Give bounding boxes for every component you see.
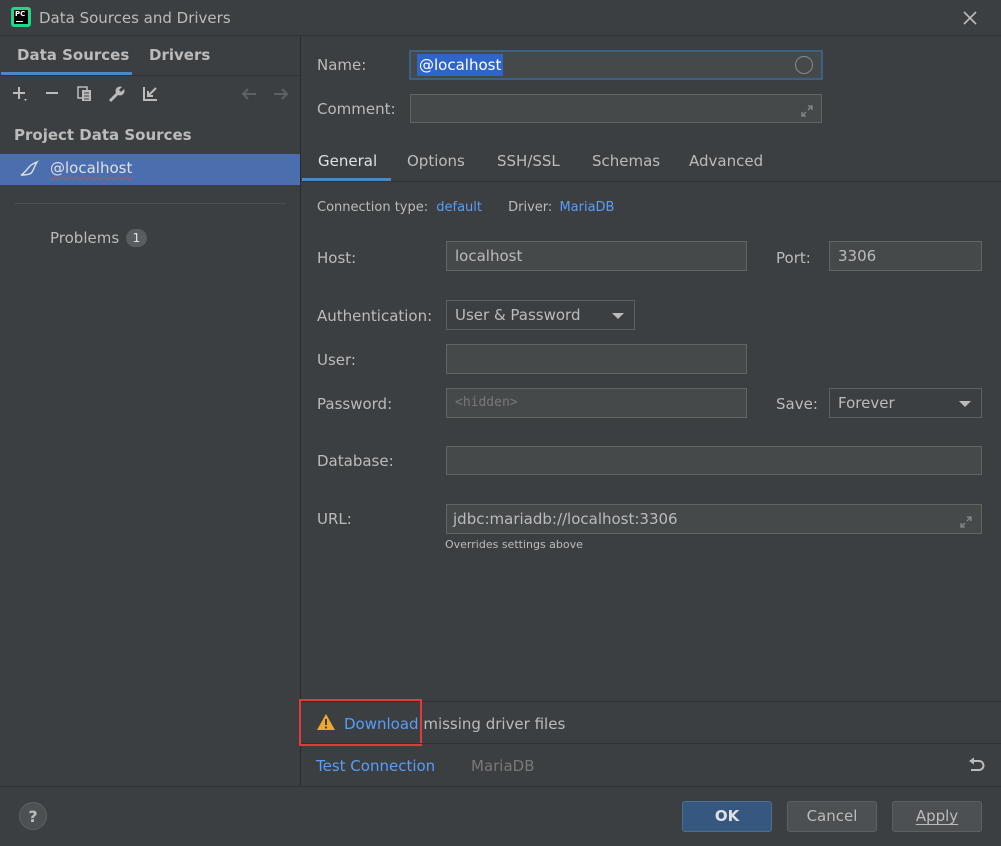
- problems-count-badge: 1: [126, 229, 147, 247]
- database-input[interactable]: [446, 446, 982, 475]
- tab-advanced[interactable]: Advanced: [689, 152, 763, 170]
- password-label: Password:: [317, 395, 393, 413]
- close-icon[interactable]: [958, 6, 982, 30]
- help-button[interactable]: ?: [19, 802, 47, 830]
- divider: [302, 181, 1001, 182]
- name-input[interactable]: @localhost: [409, 50, 823, 80]
- missing-driver-text: missing driver files: [418, 715, 566, 733]
- remove-icon[interactable]: [43, 84, 63, 104]
- connection-type-link[interactable]: default: [436, 200, 482, 215]
- driver-label: Driver:: [508, 200, 553, 215]
- mariadb-icon: [19, 160, 40, 178]
- comment-label: Comment:: [317, 100, 396, 118]
- chevron-down-icon: [959, 401, 971, 407]
- revert-icon[interactable]: [966, 755, 986, 775]
- connection-type-label: Connection type:: [317, 200, 429, 215]
- tab-data-sources[interactable]: Data Sources: [17, 46, 129, 64]
- pycharm-icon: PC: [11, 7, 31, 27]
- duplicate-icon[interactable]: [75, 84, 95, 104]
- database-label: Database:: [317, 452, 394, 470]
- data-source-item[interactable]: @localhost: [0, 154, 300, 185]
- tab-general[interactable]: General: [318, 152, 377, 170]
- name-value: @localhost: [417, 54, 504, 76]
- expand-icon[interactable]: [799, 100, 815, 117]
- tab-schemas[interactable]: Schemas: [592, 152, 660, 170]
- forward-arrow-icon[interactable]: [271, 84, 291, 104]
- url-note: Overrides settings above: [445, 538, 583, 551]
- highlight-box: [299, 699, 422, 746]
- left-panel: Data Sources Drivers Project Data Source…: [0, 36, 301, 786]
- name-label: Name:: [317, 56, 367, 74]
- comment-input[interactable]: [410, 94, 822, 123]
- tab-ssh-ssl[interactable]: SSH/SSL: [497, 152, 560, 170]
- driver-name-label: MariaDB: [471, 757, 535, 775]
- port-input[interactable]: 3306: [829, 241, 982, 271]
- connection-info: Connection type: default Driver: MariaDB: [317, 200, 614, 215]
- tab-options[interactable]: Options: [407, 152, 465, 170]
- host-input[interactable]: localhost: [446, 241, 747, 271]
- section-title: Project Data Sources: [14, 126, 192, 144]
- ok-button[interactable]: OK: [682, 801, 772, 832]
- password-input[interactable]: <hidden>: [446, 388, 747, 418]
- url-input[interactable]: jdbc:mariadb://localhost:3306: [446, 504, 982, 534]
- save-label: Save:: [776, 395, 818, 413]
- wrench-icon[interactable]: [107, 84, 127, 104]
- url-label: URL:: [317, 510, 352, 528]
- data-source-label: @localhost: [50, 159, 133, 177]
- problems-label[interactable]: Problems: [50, 229, 119, 247]
- test-connection-link[interactable]: Test Connection: [316, 757, 435, 775]
- port-label: Port:: [776, 249, 811, 267]
- apply-button[interactable]: Apply: [892, 801, 982, 832]
- tab-drivers[interactable]: Drivers: [149, 46, 210, 64]
- add-icon[interactable]: [11, 84, 31, 104]
- driver-link[interactable]: MariaDB: [559, 200, 614, 215]
- authentication-label: Authentication:: [317, 307, 433, 325]
- expand-icon[interactable]: [958, 511, 974, 528]
- chevron-down-icon: [612, 313, 624, 319]
- user-input[interactable]: [446, 344, 747, 374]
- import-icon[interactable]: [140, 84, 160, 104]
- window-title: Data Sources and Drivers: [39, 9, 231, 27]
- cancel-button[interactable]: Cancel: [787, 801, 877, 832]
- divider: [0, 75, 300, 76]
- user-label: User:: [317, 351, 356, 369]
- save-dropdown[interactable]: Forever: [829, 388, 982, 418]
- back-arrow-icon[interactable]: [239, 84, 259, 104]
- authentication-dropdown[interactable]: User & Password: [446, 300, 635, 330]
- url-value: jdbc:mariadb://localhost:3306: [453, 510, 678, 528]
- divider: [14, 203, 286, 204]
- host-label: Host:: [317, 249, 357, 267]
- color-circle-icon[interactable]: [795, 56, 813, 74]
- divider: [302, 743, 1001, 744]
